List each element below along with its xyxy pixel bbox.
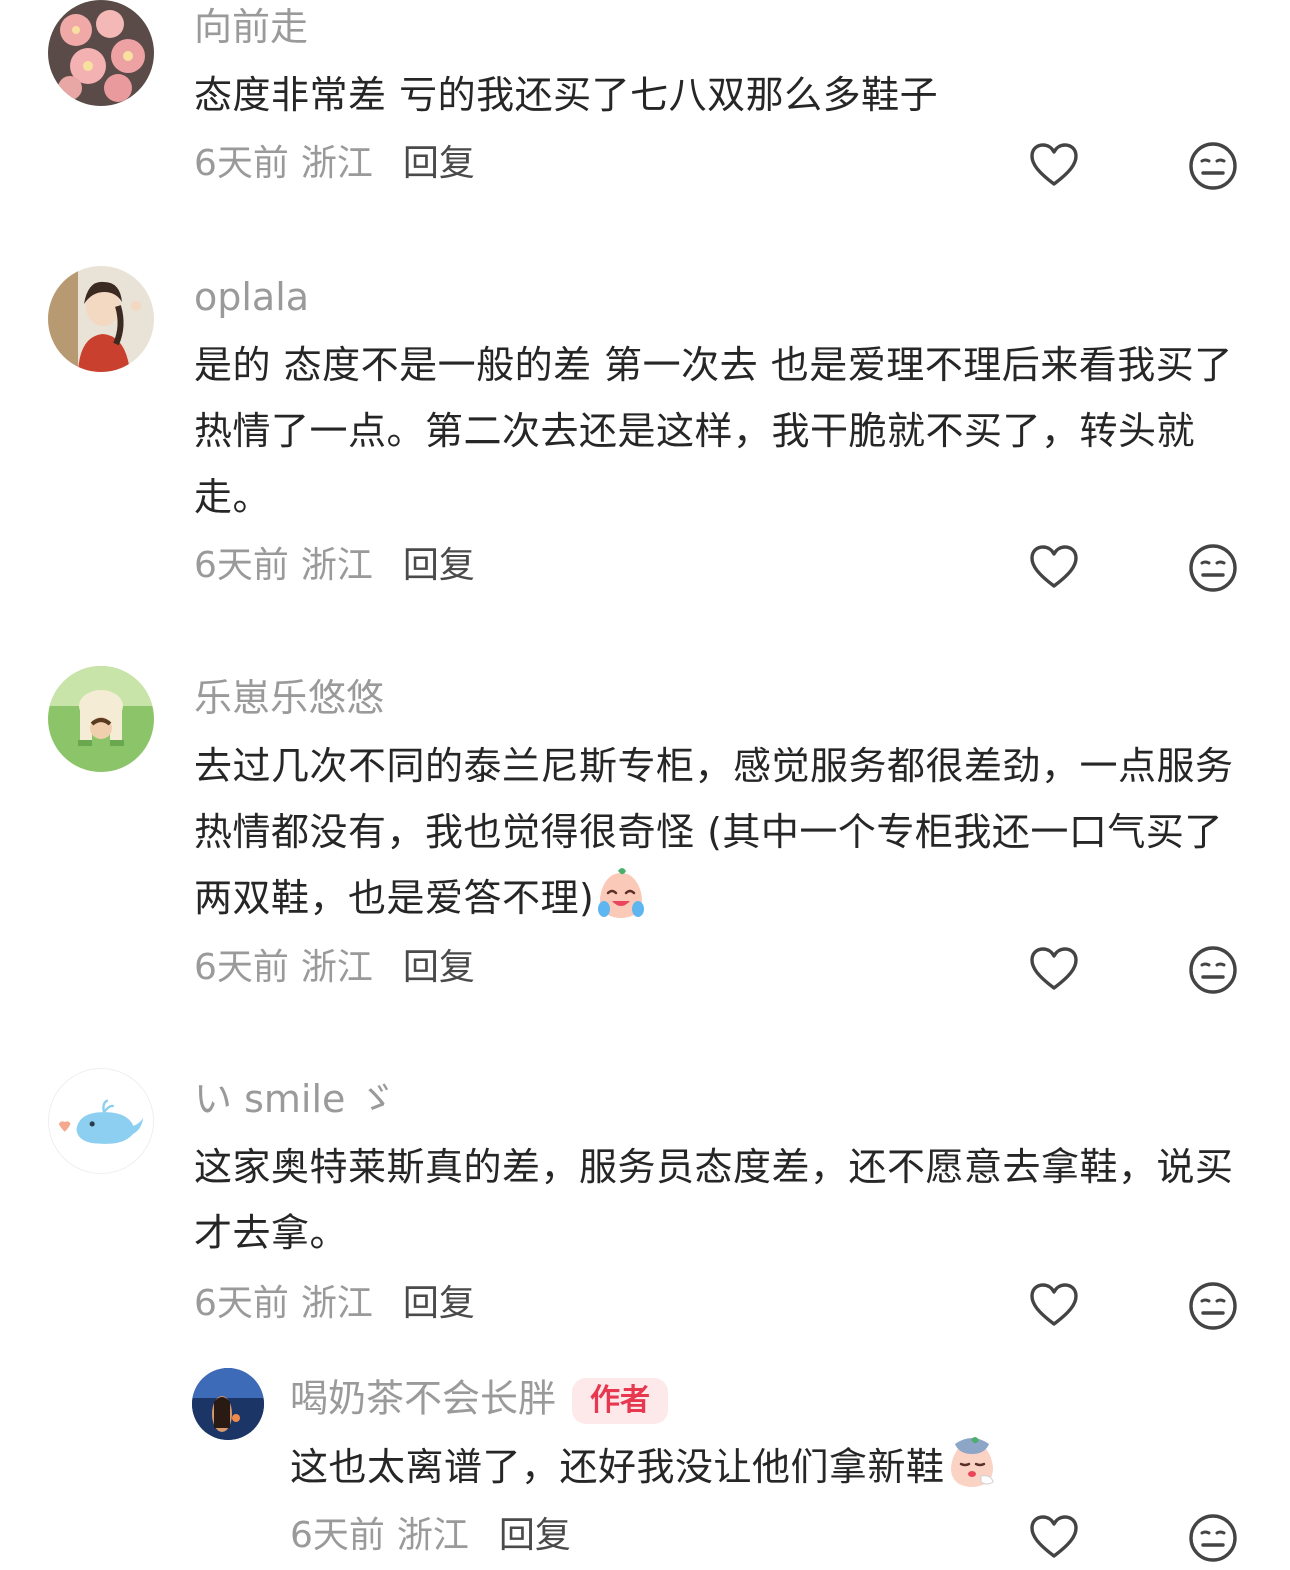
username[interactable]: 喝奶茶不会长胖 作者 xyxy=(290,1376,669,1424)
avatar[interactable] xyxy=(48,266,154,372)
girl-avatar-icon xyxy=(48,266,154,372)
heart-outline-icon[interactable] xyxy=(1028,1280,1080,1332)
timestamp: 6天前 xyxy=(194,947,289,988)
reply-button[interactable]: 回复 xyxy=(403,143,475,184)
timestamp: 6天前 xyxy=(194,143,289,184)
timestamp: 6天前 xyxy=(194,1283,289,1324)
avatar[interactable] xyxy=(48,0,154,106)
username[interactable]: oplala xyxy=(194,278,309,316)
author-badge: 作者 xyxy=(572,1378,669,1424)
location: 浙江 xyxy=(300,947,373,988)
heart-outline-icon[interactable] xyxy=(1028,140,1080,192)
reply-text-content: 这也太离谱了，还好我没让他们拿新鞋 xyxy=(290,1445,945,1489)
comment-text: 这也太离谱了，还好我没让他们拿新鞋 xyxy=(290,1434,1250,1500)
neutral-face-icon[interactable] xyxy=(1187,542,1239,594)
comment-text: 是的 态度不是一般的差 第一次去 也是爱理不理后来看我买了 热情了一点。第二次去… xyxy=(194,343,1233,519)
location: 浙江 xyxy=(300,545,373,586)
comment-meta: 6天前 浙江 回复 xyxy=(194,1286,475,1322)
comment-text: 去过几次不同的泰兰尼斯专柜，感觉服务都很差劲，一点服务热情都没有，我也觉得很奇怪… xyxy=(194,733,1244,931)
comment-text-content: 去过几次不同的泰兰尼斯专柜，感觉服务都很差劲，一点服务热情都没有，我也觉得很奇怪… xyxy=(194,744,1234,920)
comment-meta: 6天前 浙江 回复 xyxy=(194,548,475,584)
reply-button[interactable]: 回复 xyxy=(403,947,475,988)
comment-meta: 6天前 浙江 回复 xyxy=(194,146,475,182)
timestamp: 6天前 xyxy=(194,545,289,586)
location: 浙江 xyxy=(396,1515,469,1556)
comment-text: 态度非常差 亏的我还买了七八双那么多鞋子 xyxy=(194,73,939,117)
whale-avatar-icon xyxy=(49,1069,153,1173)
neutral-face-icon[interactable] xyxy=(1187,140,1239,192)
comment-text: 这家奥特莱斯真的差，服务员态度差，还不愿意去拿鞋，说买才去拿。 xyxy=(194,1145,1234,1255)
reply-button[interactable]: 回复 xyxy=(403,1283,475,1324)
neutral-face-icon[interactable] xyxy=(1187,1512,1239,1564)
avatar[interactable] xyxy=(48,1068,154,1174)
comment-meta: 6天前 浙江 回复 xyxy=(290,1518,571,1554)
avatar[interactable] xyxy=(192,1368,264,1440)
flower-avatar-icon xyxy=(48,0,154,106)
reply-username: 喝奶茶不会长胖 xyxy=(290,1376,557,1421)
sad-face-emoji xyxy=(945,1436,999,1490)
avatar[interactable] xyxy=(48,666,154,772)
reply-button[interactable]: 回复 xyxy=(403,545,475,586)
location: 浙江 xyxy=(300,1283,373,1324)
timestamp: 6天前 xyxy=(290,1515,385,1556)
heart-outline-icon[interactable] xyxy=(1028,944,1080,996)
username[interactable]: い smile ゞ xyxy=(194,1080,395,1118)
neutral-face-icon[interactable] xyxy=(1187,944,1239,996)
child-on-grass-avatar-icon xyxy=(48,666,154,772)
reply-button[interactable]: 回复 xyxy=(499,1515,571,1556)
neutral-face-icon[interactable] xyxy=(1187,1280,1239,1332)
username[interactable]: 向前走 xyxy=(194,8,308,46)
sunset-sea-avatar-icon xyxy=(192,1368,264,1440)
heart-outline-icon[interactable] xyxy=(1028,1512,1080,1564)
location: 浙江 xyxy=(300,143,373,184)
crying-laughing-emoji xyxy=(594,867,648,921)
heart-outline-icon[interactable] xyxy=(1028,542,1080,594)
comment-meta: 6天前 浙江 回复 xyxy=(194,950,475,986)
username[interactable]: 乐崽乐悠悠 xyxy=(194,679,384,717)
